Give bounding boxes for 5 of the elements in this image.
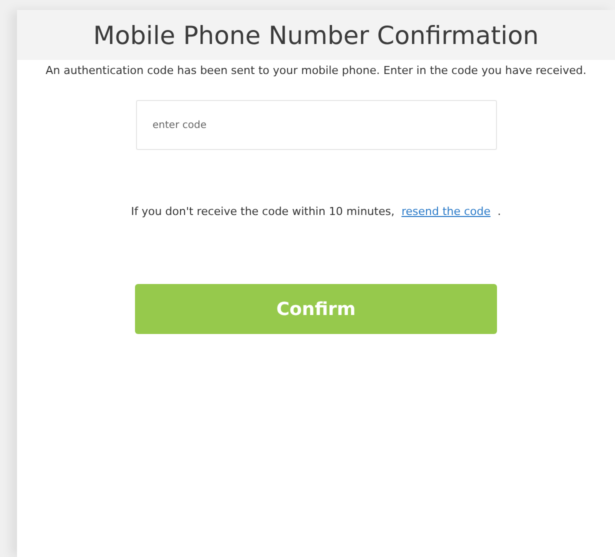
resend-notice: If you don't receive the code within 10 minutes, resend the code . [130,205,502,218]
resend-link[interactable]: resend the code [401,205,491,218]
instructions-text: An authentication code has been sent to your mobile phone. Enter in the code you have received. [44,63,588,79]
page-title: Mobile Phone Number Confirmation [93,20,539,50]
code-input-field[interactable]: enter code [136,100,496,150]
